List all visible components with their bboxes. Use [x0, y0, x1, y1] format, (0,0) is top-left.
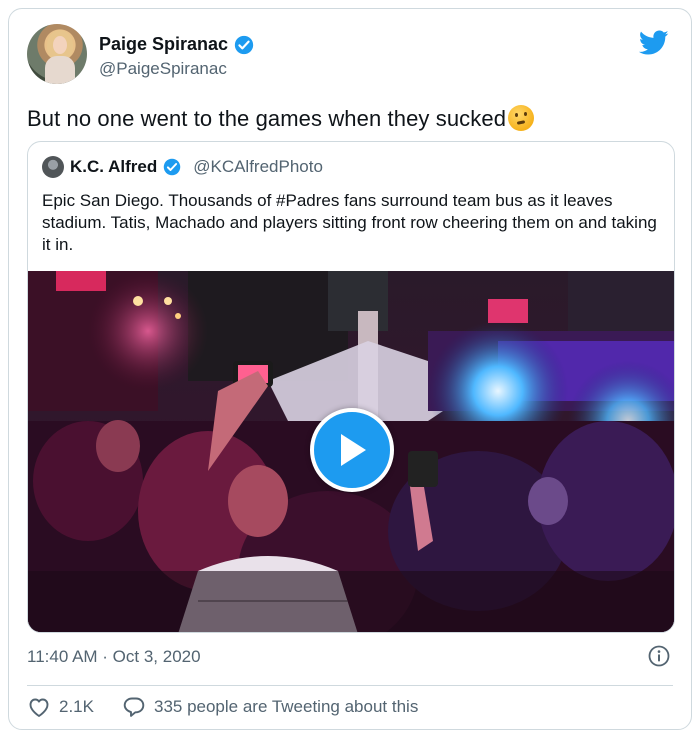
play-icon	[341, 434, 366, 466]
thinking-face-icon	[508, 105, 535, 131]
video-thumbnail[interactable]	[28, 271, 674, 632]
speech-bubble-icon	[123, 697, 145, 717]
verified-badge-icon	[234, 35, 254, 55]
twitter-bird-icon[interactable]	[638, 30, 669, 56]
author-avatar[interactable]	[27, 24, 87, 84]
play-button[interactable]	[310, 408, 394, 492]
info-icon[interactable]	[647, 644, 671, 668]
tweeting-about-label: 335 people are Tweeting about this	[153, 697, 419, 716]
quoted-tweet[interactable]: K.C. Alfred @KCAlfredPhoto Epic San Dieg…	[27, 141, 675, 633]
quoted-author-handle[interactable]: @KCAlfredPhoto	[193, 157, 323, 177]
quoted-author-display-name[interactable]: K.C. Alfred	[70, 157, 157, 177]
like-action[interactable]: 2.1K	[27, 696, 94, 718]
quoted-tweet-header: K.C. Alfred @KCAlfredPhoto	[42, 156, 323, 178]
verified-badge-icon	[163, 158, 181, 176]
tweet-actions: 2.1K 335 people are Tweeting about this	[27, 695, 418, 719]
tweet-card[interactable]: Paige Spiranac @PaigeSpiranac But no one…	[8, 8, 692, 730]
quoted-tweet-text: Epic San Diego. Thousands of #Padres fan…	[42, 191, 657, 254]
author-display-name[interactable]: Paige Spiranac	[99, 34, 228, 55]
like-count: 2.1K	[59, 697, 94, 716]
author-handle[interactable]: @PaigeSpiranac	[99, 59, 254, 79]
tweet-header: Paige Spiranac @PaigeSpiranac	[27, 24, 673, 88]
tweet-timestamp[interactable]: 11:40 AM · Oct 3, 2020	[27, 647, 201, 667]
quoted-author-avatar[interactable]	[42, 156, 64, 178]
author-name-block: Paige Spiranac @PaigeSpiranac	[99, 34, 254, 79]
divider	[27, 685, 673, 686]
tweet-text: But no one went to the games when they s…	[27, 105, 535, 132]
tweeting-about-action[interactable]: 335 people are Tweeting about this	[122, 695, 418, 719]
heart-icon	[29, 698, 49, 717]
tweet-text-content: But no one went to the games when they s…	[27, 106, 507, 131]
